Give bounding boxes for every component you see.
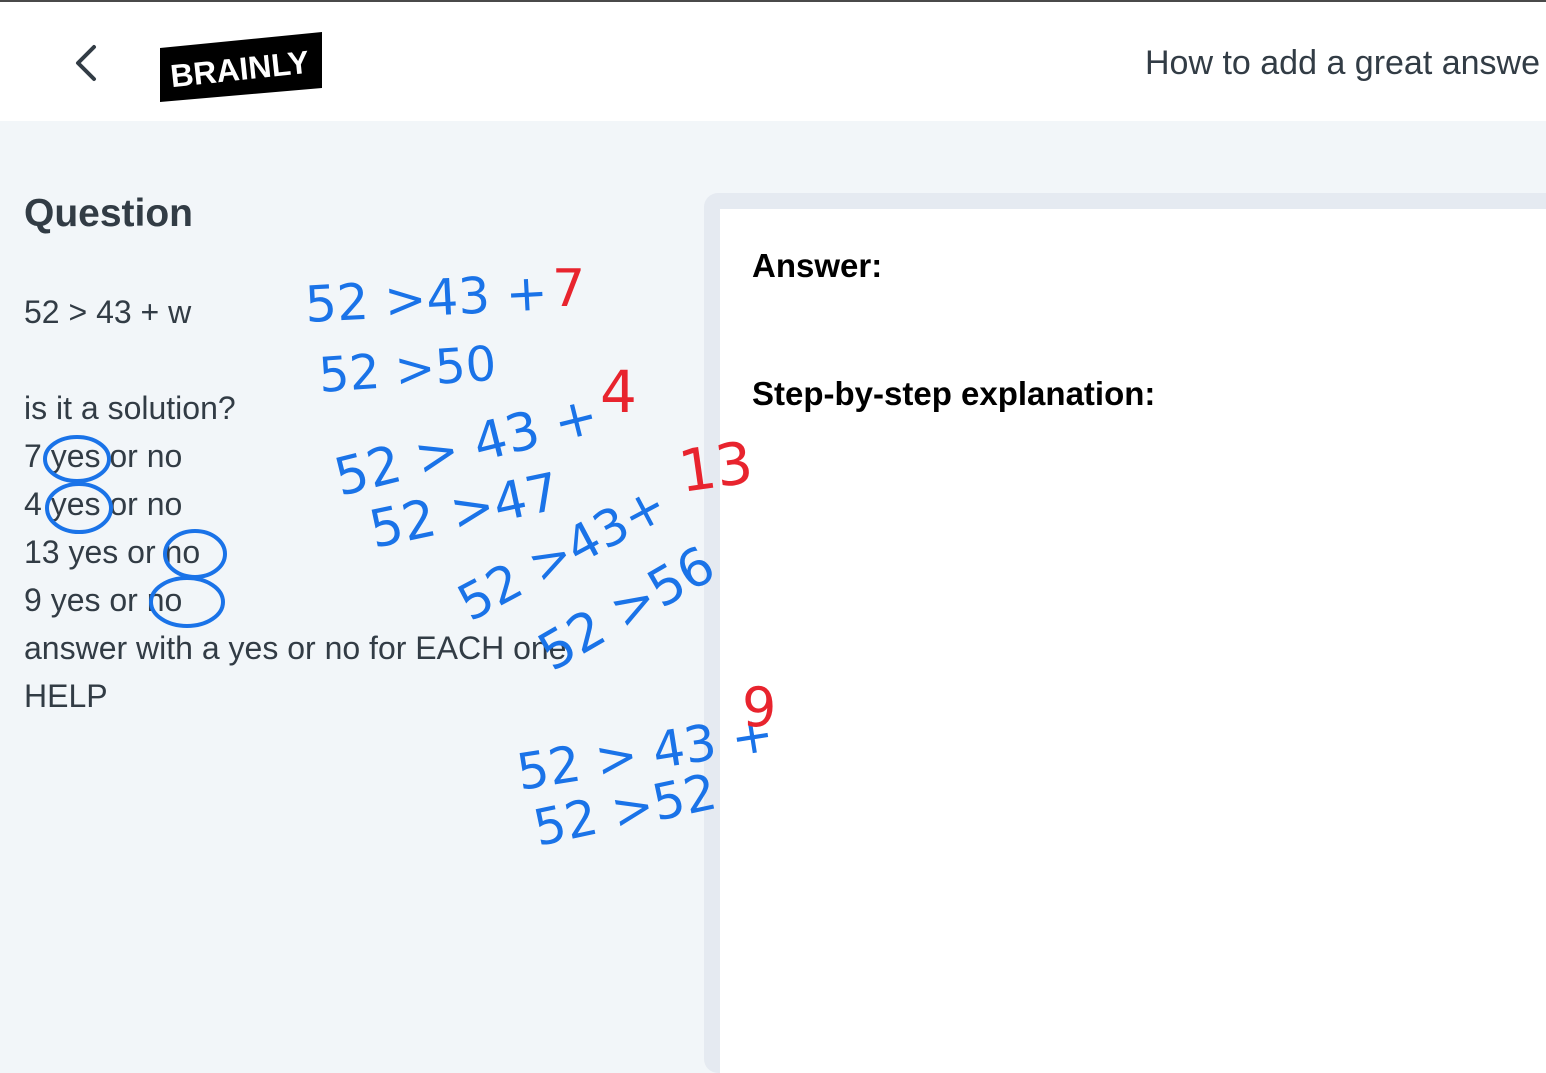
- answer-panel: Answer: Step-by-step explanation:: [704, 193, 1546, 1073]
- brainly-logo[interactable]: BRAINLY: [160, 32, 322, 102]
- handwritten-result: 52 >47: [364, 462, 565, 561]
- handwritten-expression: 52 > 43 +: [329, 385, 605, 508]
- steps-label: Step-by-step explanation:: [752, 375, 1156, 412]
- chevron-left-icon: [76, 45, 96, 81]
- question-line: 13 yes or no: [24, 534, 201, 570]
- handwritten-expression: 52 >43 +: [304, 263, 550, 334]
- question-line: is it a solution?: [24, 390, 236, 426]
- handwritten-result: 52 >52: [528, 763, 721, 858]
- question-equation: 52 > 43 + w: [24, 294, 192, 330]
- answer-label: Answer:: [752, 247, 883, 284]
- help-link[interactable]: How to add a great answe: [1145, 44, 1540, 83]
- question-line: HELP: [24, 678, 108, 714]
- question-heading: Question: [24, 192, 194, 235]
- handwritten-value: 4: [600, 358, 637, 426]
- back-button[interactable]: [62, 38, 112, 88]
- question-line: 7 yes or no: [24, 438, 183, 474]
- question-line: 4 yes or no: [24, 486, 183, 522]
- handwritten-result: 52 >50: [317, 336, 498, 404]
- question-line: 9 yes or no: [24, 582, 183, 618]
- handwritten-value: 7: [552, 259, 585, 319]
- answer-editor[interactable]: Answer: Step-by-step explanation:: [720, 209, 1546, 1073]
- handwritten-expression: 52 >43+: [448, 475, 676, 633]
- question-line: answer with a yes or no for EACH one: [24, 630, 567, 666]
- header-bar: BRAINLY How to add a great answe: [0, 2, 1546, 121]
